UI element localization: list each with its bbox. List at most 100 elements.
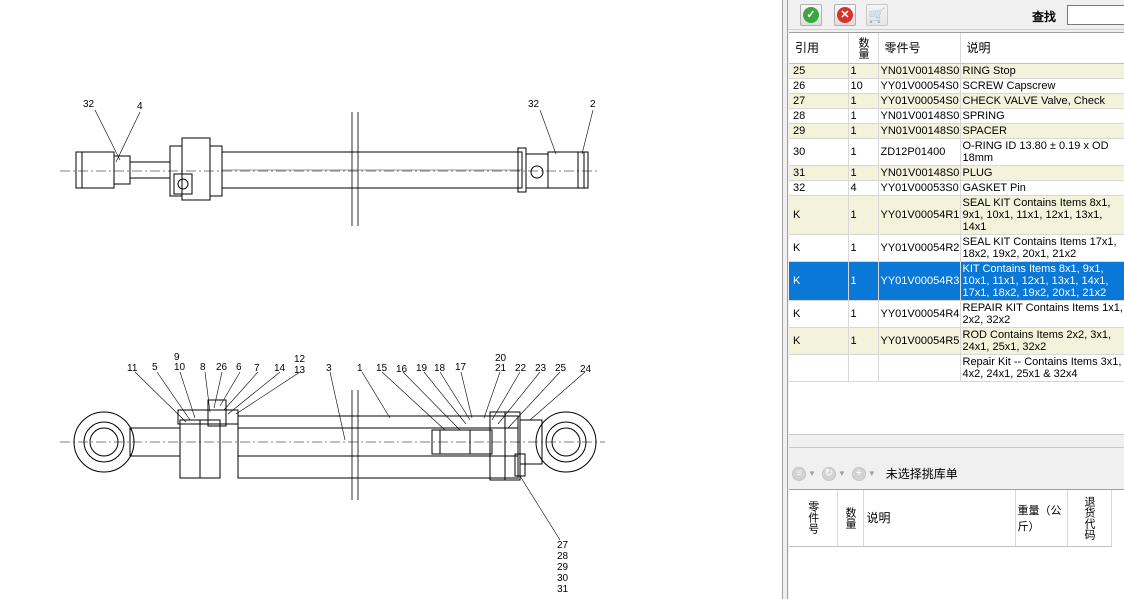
- table-row[interactable]: Repair Kit -- Contains Items 3x1, 4x2, 2…: [789, 354, 1124, 382]
- table-row[interactable]: 26 10 YY01V00054S0 SCREW Capscrew: [789, 78, 1124, 94]
- stack-icon: ≡: [792, 466, 806, 481]
- table-row[interactable]: K 1 YY01V00054R2 SEAL KIT Contains Items 17…: [789, 234, 1124, 262]
- callout-label: 13: [294, 365, 306, 376]
- cell-ref: 26: [789, 78, 849, 94]
- callout-label: 10: [174, 362, 186, 373]
- cell-description: REPAIR KIT Contains Items 1x1, 2x2, 32x2: [960, 300, 1124, 328]
- parts-drawing[interactable]: 32 4 32 2 9 10 11 5 8 26 6 7 14 12 13 3 …: [0, 0, 782, 599]
- cell-qty: 1: [848, 327, 879, 355]
- callout-label: 27: [557, 540, 569, 551]
- parts-grid[interactable]: 引用 数量 零件号 说明 25 1 YN01V00148S0 RING Stop 26 1…: [789, 32, 1124, 434]
- cell-part-number: YY01V00054R5: [878, 327, 961, 355]
- refresh-icon: ↻: [821, 466, 836, 481]
- callout-label: 4: [137, 101, 143, 112]
- chevron-down-icon: ▼: [837, 469, 846, 478]
- table-row[interactable]: K 1 YY01V00054R1 SEAL KIT Contains Items 8x…: [789, 195, 1124, 235]
- pick-list-menu-button[interactable]: ≡ ▼: [792, 466, 816, 481]
- cell-ref: 29: [789, 123, 849, 139]
- cell-qty: 1: [848, 234, 879, 262]
- cell-ref: 32: [789, 180, 849, 196]
- column-header-part-number[interactable]: 零件号: [789, 490, 838, 547]
- cell-qty: 1: [848, 261, 879, 301]
- table-row[interactable]: 27 1 YY01V00054S0 CHECK VALVE Valve, Check: [789, 93, 1124, 109]
- cell-description: SEAL KIT Contains Items 8x1, 9x1, 10x1, …: [960, 195, 1124, 235]
- cell-qty: 1: [848, 165, 879, 181]
- parts-panel: ✓ ✕ 🛒 查找 引用 数量 零件号 说明 25 1 YN01V00148S0 RIN: [788, 0, 1124, 599]
- callout-label: 7: [254, 363, 260, 374]
- column-header-description[interactable]: 说明: [960, 33, 1124, 64]
- cell-description: SCREW Capscrew: [960, 78, 1124, 94]
- column-header-weight[interactable]: 重量（公斤）: [1015, 490, 1068, 547]
- column-header-return-code[interactable]: 退货代码: [1067, 490, 1112, 547]
- cell-qty: 1: [848, 195, 879, 235]
- cell-part-number: YY01V00054R3: [878, 261, 961, 301]
- search-input[interactable]: [1067, 5, 1124, 25]
- cell-description: GASKET Pin: [960, 180, 1124, 196]
- pick-list-toolbar: ≡ ▼ ↻ ▼ + ▼ 未选择挑库单: [788, 460, 1124, 487]
- cell-ref: K: [789, 195, 849, 235]
- cell-description: RING Stop: [960, 63, 1124, 79]
- cell-part-number: YN01V00148S0: [878, 165, 961, 181]
- cell-ref: 30: [789, 138, 849, 166]
- cell-description: PLUG: [960, 165, 1124, 181]
- cell-qty: 1: [848, 123, 879, 139]
- callout-label: 29: [557, 562, 569, 573]
- cell-qty: 1: [848, 93, 879, 109]
- callout-label: 11: [127, 363, 138, 374]
- cell-qty: 1: [848, 138, 879, 166]
- cell-ref: K: [789, 261, 849, 301]
- cell-ref: 25: [789, 63, 849, 79]
- cancel-button[interactable]: ✕: [834, 4, 856, 26]
- callout-label: 31: [557, 584, 569, 595]
- pick-list-table: 零件号 数量 说明 重量（公斤） 退货代码: [789, 490, 1112, 547]
- callout-label: 28: [557, 551, 569, 562]
- column-header-description[interactable]: 说明: [863, 490, 1016, 547]
- callout-label: 17: [455, 362, 467, 373]
- cell-qty: 1: [848, 108, 879, 124]
- add-to-cart-button[interactable]: 🛒: [866, 4, 888, 26]
- cell-description: Repair Kit -- Contains Items 3x1, 4x2, 2…: [960, 354, 1124, 382]
- callout-label: 6: [236, 362, 242, 373]
- cell-qty: [848, 354, 879, 382]
- green-check-icon: ✓: [803, 7, 819, 23]
- refresh-button[interactable]: ↻ ▼: [821, 466, 846, 481]
- cell-part-number: YY01V00054S0: [878, 93, 961, 109]
- column-header-qty[interactable]: 数量: [837, 490, 864, 547]
- table-row[interactable]: K 1 YY01V00054R3 KIT Contains Items 8x1, 9x…: [789, 261, 1124, 301]
- table-row[interactable]: 30 1 ZD12P01400 O-RING ID 13.80 ± 0.19 x OD…: [789, 138, 1124, 166]
- table-row[interactable]: 25 1 YN01V00148S0 RING Stop: [789, 63, 1124, 79]
- cylinder-diagram: 32 4 32 2 9 10 11 5 8 26 6 7 14 12 13 3 …: [60, 99, 605, 595]
- cell-part-number: YN01V00148S0: [878, 123, 961, 139]
- horizontal-scrollbar[interactable]: [789, 434, 1124, 448]
- cell-description: SEAL KIT Contains Items 17x1, 18x2, 19x2…: [960, 234, 1124, 262]
- cell-part-number: YY01V00054S0: [878, 78, 961, 94]
- table-row[interactable]: K 1 YY01V00054R5 ROD Contains Items 2x2, 3x…: [789, 327, 1124, 355]
- callout-label: 24: [580, 364, 592, 375]
- cell-part-number: YY01V00053S0: [878, 180, 961, 196]
- table-row[interactable]: K 1 YY01V00054R4 REPAIR KIT Contains Items …: [789, 300, 1124, 328]
- callout-label: 25: [555, 363, 567, 374]
- cell-ref: K: [789, 234, 849, 262]
- callout-label: 16: [396, 364, 408, 375]
- column-header-qty[interactable]: 数量: [848, 33, 879, 64]
- table-row[interactable]: 32 4 YY01V00053S0 GASKET Pin: [789, 180, 1124, 196]
- confirm-button[interactable]: ✓: [800, 4, 822, 26]
- pick-list-status: 未选择挑库单: [885, 467, 958, 481]
- table-row[interactable]: 28 1 YN01V00148S0 SPRING: [789, 108, 1124, 124]
- cell-ref: 27: [789, 93, 849, 109]
- add-button[interactable]: + ▼: [851, 466, 876, 481]
- search-label: 查找: [1032, 10, 1057, 24]
- cell-part-number: YN01V00148S0: [878, 63, 961, 79]
- pick-list-grid[interactable]: 零件号 数量 说明 重量（公斤） 退货代码: [789, 489, 1124, 599]
- column-header-part-number[interactable]: 零件号: [878, 33, 961, 64]
- callout-label: 18: [434, 363, 446, 374]
- callout-label: 21: [495, 363, 507, 374]
- cell-description: SPRING: [960, 108, 1124, 124]
- callout-label: 15: [376, 363, 388, 374]
- column-header-ref[interactable]: 引用: [789, 33, 849, 64]
- cell-qty: 10: [848, 78, 879, 94]
- table-row[interactable]: 31 1 YN01V00148S0 PLUG: [789, 165, 1124, 181]
- table-row[interactable]: 29 1 YN01V00148S0 SPACER: [789, 123, 1124, 139]
- red-x-icon: ✕: [837, 7, 853, 23]
- callout-label: 26: [216, 362, 228, 373]
